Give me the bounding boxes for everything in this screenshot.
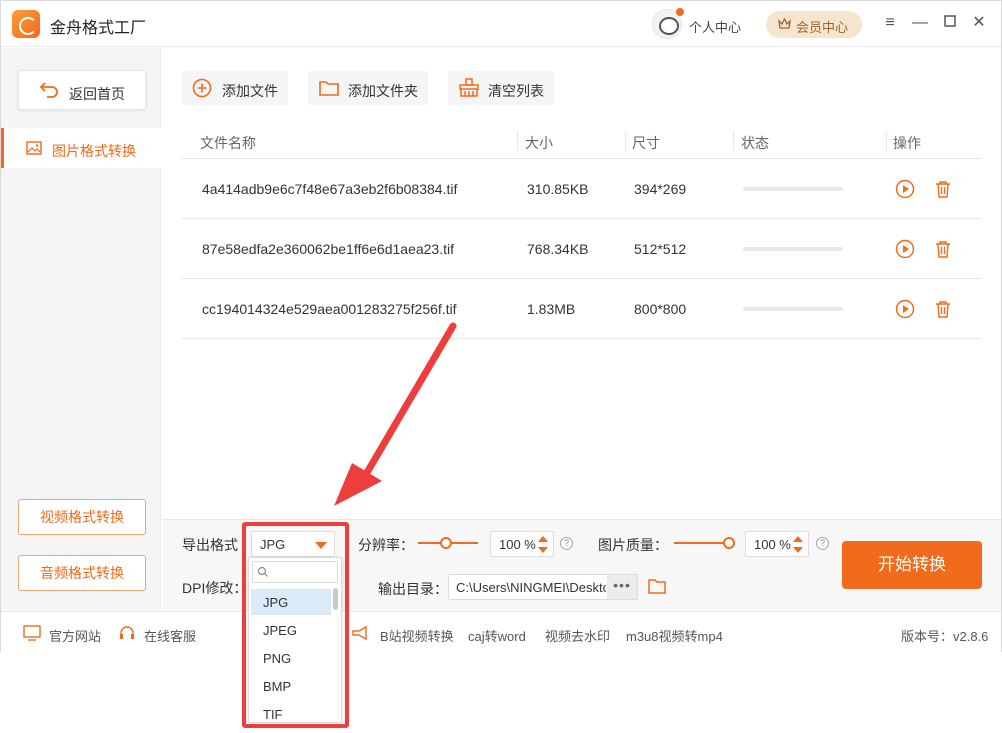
add-folder-label: 添加文件夹 <box>348 83 418 99</box>
status-bar: 官方网站 在线客服 B站视频转换 caj转word 视频去水印 m3u8视频转m… <box>1 611 1001 652</box>
status-progress-bar <box>743 247 843 251</box>
output-dir-value: C:\Users\NINGMEI\Deskto <box>456 580 606 595</box>
help-icon[interactable]: ? <box>816 537 829 550</box>
plus-circle-icon <box>192 78 212 98</box>
status-progress-bar <box>743 187 843 191</box>
resolution-value: 100 % <box>499 537 536 552</box>
folder-icon <box>319 81 339 96</box>
play-icon[interactable] <box>895 299 915 319</box>
megaphone-icon <box>352 625 367 641</box>
annotation-highlight-box <box>242 522 349 728</box>
file-size: 310.85KB <box>527 181 589 197</box>
column-divider <box>517 131 518 151</box>
play-icon[interactable] <box>895 179 915 199</box>
file-size: 768.34KB <box>527 241 589 257</box>
start-convert-button[interactable]: 开始转换 <box>842 541 982 589</box>
sidebar: 返回首页 图片格式转换 视频格式转换 音频格式转换 <box>1 48 161 611</box>
clear-list-label: 清空列表 <box>488 83 544 99</box>
user-center-link[interactable]: 个人中心 <box>689 17 741 36</box>
vip-center-label: 会员中心 <box>796 20 849 35</box>
resolution-slider-handle[interactable] <box>440 537 452 549</box>
version-text: 版本号：v2.8.6 <box>901 629 989 644</box>
file-table-header: 文件名称 大小 尺寸 状态 操作 <box>182 125 982 159</box>
file-dims: 512*512 <box>634 241 687 257</box>
column-header-name: 文件名称 <box>200 135 256 151</box>
dpi-label: DPI修改： <box>182 580 248 596</box>
trash-icon[interactable] <box>933 179 953 199</box>
output-dir-field[interactable]: C:\Users\NINGMEI\Deskto ••• <box>448 574 638 600</box>
column-header-dims: 尺寸 <box>632 135 660 151</box>
open-folder-icon[interactable] <box>647 576 667 596</box>
maximize-icon[interactable] <box>941 14 959 32</box>
user-avatar-icon[interactable] <box>652 8 684 39</box>
quality-stepper[interactable]: 100 % <box>745 531 809 557</box>
help-icon[interactable]: ? <box>560 537 573 550</box>
file-dims: 800*800 <box>634 301 687 317</box>
add-folder-button[interactable]: 添加文件夹 <box>308 71 428 105</box>
app-title: 金舟格式工厂 <box>50 20 147 37</box>
close-icon[interactable]: ✕ <box>970 14 988 32</box>
return-arrow-icon <box>39 82 58 98</box>
stepper-up-icon[interactable] <box>793 536 803 542</box>
resolution-label: 分辨率： <box>358 537 414 553</box>
status-progress-bar <box>743 307 843 311</box>
column-header-actions: 操作 <box>893 135 921 151</box>
stepper-up-icon[interactable] <box>538 536 548 542</box>
minimize-icon[interactable]: — <box>911 14 929 32</box>
online-service-link[interactable]: 在线客服 <box>144 626 196 645</box>
broom-icon <box>459 78 479 97</box>
file-name: 4a414adb9e6c7f48e67a3eb2f6b08384.tif <box>202 181 458 197</box>
table-row[interactable]: 4a414adb9e6c7f48e67a3eb2f6b08384.tif 310… <box>182 159 982 219</box>
column-divider <box>733 131 734 151</box>
quality-value: 100 % <box>754 537 791 552</box>
quality-slider-handle[interactable] <box>723 537 735 549</box>
app-logo-icon <box>12 10 40 38</box>
file-dims: 394*269 <box>634 181 687 197</box>
title-bar: 金舟格式工厂 个人中心 会员中心 ≡ — ✕ <box>1 1 1001 47</box>
column-divider <box>625 131 626 151</box>
file-name: cc194014324e529aea001283275f256f.tif <box>202 301 457 317</box>
vip-center-button[interactable]: 会员中心 <box>766 11 862 38</box>
play-icon[interactable] <box>895 239 915 259</box>
column-header-status: 状态 <box>741 135 769 151</box>
column-divider <box>886 131 887 151</box>
clear-list-button[interactable]: 清空列表 <box>448 71 554 105</box>
link-caj-to-word[interactable]: caj转word <box>468 626 526 645</box>
app-window: 金舟格式工厂 个人中心 会员中心 ≡ — ✕ 返回首页 图片格式转换 视频格式转… <box>0 0 1002 652</box>
trash-icon[interactable] <box>933 299 953 319</box>
monitor-icon <box>23 625 41 641</box>
annotation-arrow-icon <box>334 322 457 506</box>
add-file-button[interactable]: 添加文件 <box>182 71 288 105</box>
table-row[interactable]: 87e58edfa2e360062be1ff6e6d1aea23.tif 768… <box>182 219 982 279</box>
link-bilibili-convert[interactable]: B站视频转换 <box>380 626 454 645</box>
resolution-stepper[interactable]: 100 % <box>490 531 554 557</box>
file-name: 87e58edfa2e360062be1ff6e6d1aea23.tif <box>202 241 454 257</box>
stepper-down-icon[interactable] <box>793 547 803 553</box>
sidebar-item-label: 图片格式转换 <box>52 143 136 159</box>
browse-more-button[interactable]: ••• <box>607 575 637 599</box>
add-file-label: 添加文件 <box>222 83 278 99</box>
column-header-size: 大小 <box>525 135 553 151</box>
sidebar-item-image-convert[interactable]: 图片格式转换 <box>1 128 161 168</box>
back-home-label: 返回首页 <box>69 86 125 102</box>
image-icon <box>26 141 42 155</box>
menu-icon[interactable]: ≡ <box>881 14 899 32</box>
crown-icon <box>778 18 791 29</box>
website-link[interactable]: 官方网站 <box>49 626 101 645</box>
link-m3u8-to-mp4[interactable]: m3u8视频转mp4 <box>626 626 723 645</box>
table-row[interactable]: cc194014324e529aea001283275f256f.tif 1.8… <box>182 279 982 339</box>
headset-icon <box>120 626 134 639</box>
audio-convert-button[interactable]: 音频格式转换 <box>18 555 146 591</box>
export-format-label: 导出格式 <box>182 537 238 553</box>
back-home-button[interactable]: 返回首页 <box>18 70 146 110</box>
quality-label: 图片质量： <box>598 537 668 553</box>
trash-icon[interactable] <box>933 239 953 259</box>
video-convert-button[interactable]: 视频格式转换 <box>18 499 146 535</box>
link-video-watermark[interactable]: 视频去水印 <box>545 626 610 645</box>
stepper-down-icon[interactable] <box>538 547 548 553</box>
output-dir-label: 输出目录： <box>378 581 448 597</box>
file-size: 1.83MB <box>527 301 576 317</box>
